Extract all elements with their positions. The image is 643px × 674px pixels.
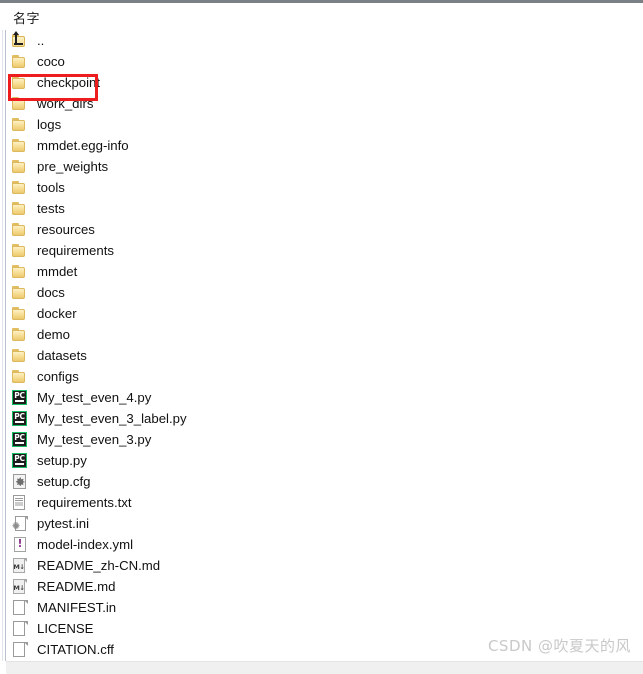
- pycharm-python-icon: PC: [11, 389, 29, 406]
- file-list-item-label: My_test_even_3.py: [37, 431, 152, 447]
- folder-icon: [11, 74, 29, 91]
- file-list-item[interactable]: docs: [0, 282, 643, 303]
- pycharm-python-icon: PC: [11, 431, 29, 448]
- folder-icon: [11, 263, 29, 280]
- file-list-item-label: tools: [37, 179, 65, 195]
- folder-icon: [11, 137, 29, 154]
- file-list-item-label: setup.py: [37, 452, 87, 468]
- file-list-item[interactable]: checkpoint: [0, 72, 643, 93]
- file-list-item-label: requirements.txt: [37, 494, 132, 510]
- file-list-item[interactable]: work_dirs: [0, 93, 643, 114]
- file-list-item-label: resources: [37, 221, 95, 237]
- file-list-item[interactable]: pre_weights: [0, 156, 643, 177]
- file-list-item[interactable]: requirements: [0, 240, 643, 261]
- file-list-item[interactable]: resources: [0, 219, 643, 240]
- file-list-item[interactable]: M↓ README_zh-CN.md: [0, 555, 643, 576]
- file-list-item-label: datasets: [37, 347, 87, 363]
- yaml-icon: !: [11, 536, 29, 553]
- file-list-item-label: MANIFEST.in: [37, 599, 117, 615]
- file-list-item-label: ..: [37, 32, 45, 48]
- file-list-item-label: CITATION.cff: [37, 641, 114, 657]
- markdown-icon: M↓: [11, 578, 29, 595]
- file-list-item[interactable]: demo: [0, 324, 643, 345]
- file-list-item-label: pytest.ini: [37, 515, 90, 531]
- file-list: .. coco checkpoint work_dirslogs mmdet.egg-i…: [0, 30, 643, 660]
- file-list-item-label: configs: [37, 368, 79, 384]
- file-list-item[interactable]: PC setup.py: [0, 450, 643, 471]
- folder-icon: [11, 179, 29, 196]
- file-list-item[interactable]: PC My_test_even_3.py: [0, 429, 643, 450]
- blank-document-icon: [11, 641, 29, 658]
- file-list-item-label: My_test_even_3_label.py: [37, 410, 187, 426]
- file-list-item[interactable]: tests: [0, 198, 643, 219]
- file-list-item-label: docs: [37, 284, 65, 300]
- file-list-item-label: README.md: [37, 578, 116, 594]
- folder-icon: [11, 326, 29, 343]
- folder-icon: [11, 221, 29, 238]
- blank-document-icon: [11, 599, 29, 616]
- horizontal-scrollbar[interactable]: [6, 661, 643, 674]
- file-list-item[interactable]: datasets: [0, 345, 643, 366]
- file-list-item-label: requirements: [37, 242, 114, 258]
- file-list-item-label: model-index.yml: [37, 536, 134, 552]
- folder-icon: [11, 200, 29, 217]
- file-list-item-label: pre_weights: [37, 158, 109, 174]
- folder-icon: [11, 116, 29, 133]
- folder-icon: [11, 242, 29, 259]
- file-list-item[interactable]: PC My_test_even_3_label.py: [0, 408, 643, 429]
- file-list-item-label: setup.cfg: [37, 473, 91, 489]
- file-list-item[interactable]: requirements.txt: [0, 492, 643, 513]
- file-list-item-label: demo: [37, 326, 70, 342]
- file-list-item[interactable]: mmdet: [0, 261, 643, 282]
- folder-icon: [11, 347, 29, 364]
- file-list-container: .. coco checkpoint work_dirslogs mmdet.egg-i…: [0, 30, 643, 661]
- file-list-item[interactable]: setup.cfg: [0, 471, 643, 492]
- file-list-item-label: work_dirs: [37, 95, 94, 111]
- folder-icon: [11, 158, 29, 175]
- file-list-item[interactable]: PC My_test_even_4.py: [0, 387, 643, 408]
- file-list-item-label: checkpoint: [37, 74, 101, 90]
- file-list-item-label: LICENSE: [37, 620, 94, 636]
- text-document-icon: [11, 494, 29, 511]
- csdn-watermark: CSDN @吹夏天的风: [487, 637, 631, 655]
- file-list-item[interactable]: ..: [0, 30, 643, 51]
- file-list-item-label: mmdet.egg-info: [37, 137, 129, 153]
- folder-icon: [11, 284, 29, 301]
- file-list-item-label: coco: [37, 53, 65, 69]
- file-explorer-window: 名字 .. coco checkpoint work_dirslogs mmdet.eg…: [0, 0, 643, 674]
- folder-icon: [11, 368, 29, 385]
- file-list-item[interactable]: M↓ README.md: [0, 576, 643, 597]
- file-list-item-label: My_test_even_4.py: [37, 389, 152, 405]
- column-header-name[interactable]: 名字: [13, 8, 40, 27]
- file-list-item[interactable]: ! model-index.yml: [0, 534, 643, 555]
- folder-icon: [11, 95, 29, 112]
- markdown-icon: M↓: [11, 557, 29, 574]
- file-list-item[interactable]: configs: [0, 366, 643, 387]
- up-folder-icon: [11, 31, 29, 49]
- file-list-item-label: logs: [37, 116, 62, 132]
- file-list-item[interactable]: mmdet.egg-info: [0, 135, 643, 156]
- file-list-item[interactable]: tools: [0, 177, 643, 198]
- blank-document-icon: [11, 620, 29, 637]
- folder-icon: [11, 53, 29, 70]
- pycharm-python-icon: PC: [11, 452, 29, 469]
- column-header-row: 名字: [0, 3, 643, 30]
- file-list-item-label: docker: [37, 305, 77, 321]
- file-list-item[interactable]: docker: [0, 303, 643, 324]
- file-list-item[interactable]: coco: [0, 51, 643, 72]
- folder-icon: [11, 305, 29, 322]
- file-list-item[interactable]: pytest.ini: [0, 513, 643, 534]
- file-list-item[interactable]: logs: [0, 114, 643, 135]
- file-list-item-label: README_zh-CN.md: [37, 557, 161, 573]
- file-list-item-label: mmdet: [37, 263, 78, 279]
- gear-config-icon: [11, 473, 29, 490]
- file-list-item-label: tests: [37, 200, 65, 216]
- ini-config-icon: [11, 515, 29, 532]
- pycharm-python-icon: PC: [11, 410, 29, 427]
- file-list-item[interactable]: MANIFEST.in: [0, 597, 643, 618]
